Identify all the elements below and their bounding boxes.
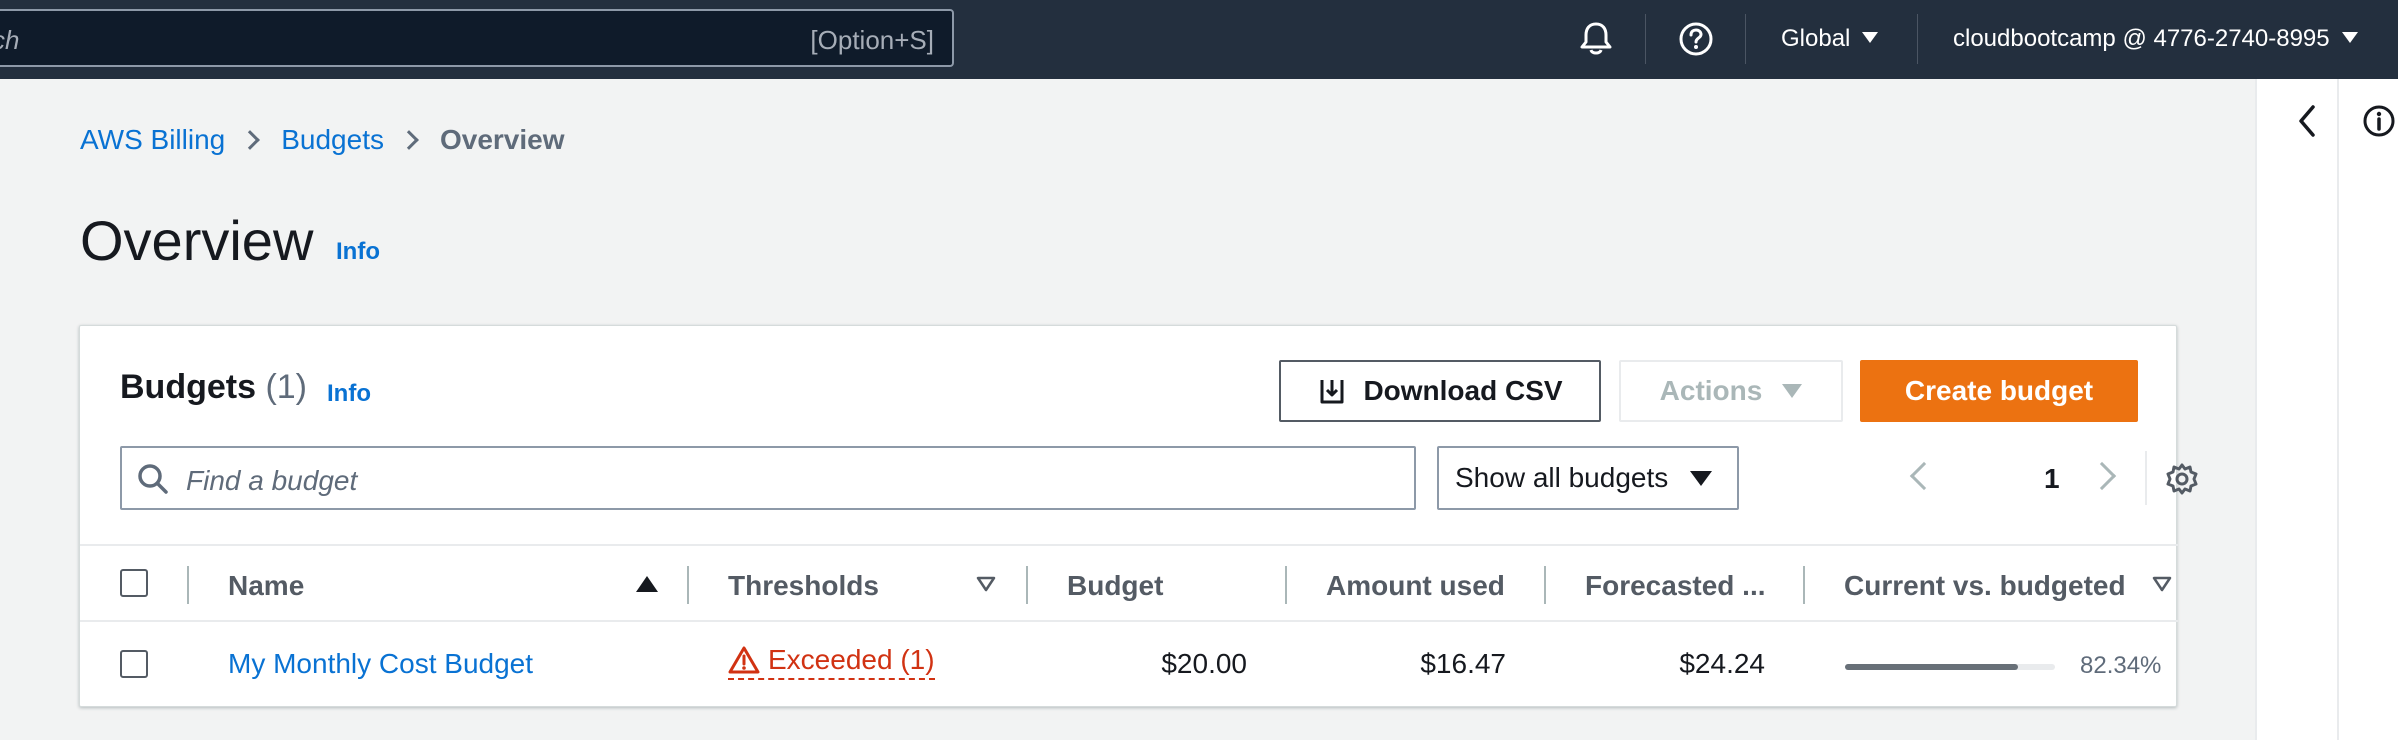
- account-label: cloudbootcamp @ 4776-2740-8995: [1953, 25, 2330, 52]
- breadcrumb-current: Overview: [439, 124, 565, 155]
- warning-icon: [728, 646, 760, 674]
- search-shortcut: [Option+S]: [810, 25, 934, 55]
- thresholds-label: Exceeded (1): [768, 644, 935, 675]
- utility-rail: [2255, 79, 2398, 740]
- column-divider[interactable]: [687, 566, 689, 604]
- chevron-left-icon[interactable]: [2295, 103, 2319, 139]
- forecasted-amount: $24.24: [1679, 648, 1765, 679]
- column-header-current-vs-budgeted[interactable]: Current vs. budgeted: [1844, 570, 2126, 602]
- rail-divider: [2337, 79, 2339, 740]
- search-icon: [138, 464, 168, 494]
- next-page-icon[interactable]: [2087, 461, 2117, 491]
- row-select-checkbox[interactable]: [120, 650, 148, 678]
- breadcrumb: AWS Billing Budgets Overview: [80, 124, 565, 156]
- column-header-name[interactable]: Name: [228, 570, 304, 602]
- column-header-budget[interactable]: Budget: [1067, 570, 1163, 602]
- nav-divider: [1917, 14, 1918, 64]
- sort-ascending-icon[interactable]: [636, 576, 658, 592]
- budget-filter-select[interactable]: Show all budgets: [1437, 446, 1739, 510]
- top-navigation: ch [Option+S] Global cloudbootcamp @ 477…: [0, 0, 2398, 79]
- actions-button[interactable]: Actions: [1619, 360, 1843, 422]
- previous-page-icon[interactable]: [1909, 461, 1939, 491]
- find-budget-placeholder: Find a budget: [186, 465, 358, 496]
- region-selector[interactable]: Global: [1781, 25, 1879, 53]
- column-divider[interactable]: [1026, 566, 1028, 604]
- budget-name-link[interactable]: My Monthly Cost Budget: [228, 648, 533, 680]
- chevron-right-icon: [240, 130, 261, 150]
- column-divider[interactable]: [1285, 566, 1287, 604]
- sort-descending-icon[interactable]: [2152, 576, 2172, 592]
- search-placeholder: ch: [0, 25, 20, 55]
- chevron-right-icon: [399, 130, 419, 150]
- budgets-info-link[interactable]: Info: [327, 380, 371, 408]
- budget-progress-bar: [1845, 664, 2055, 670]
- budget-progress-label: 82.34%: [2080, 652, 2162, 679]
- column-header-amount-used[interactable]: Amount used: [1326, 570, 1505, 602]
- region-label: Global: [1781, 25, 1851, 52]
- create-budget-label: Create budget: [1904, 375, 2094, 406]
- info-circle-icon[interactable]: [2361, 103, 2397, 139]
- thresholds-status[interactable]: Exceeded (1): [728, 644, 935, 680]
- nav-divider: [1745, 14, 1746, 64]
- breadcrumb-budgets[interactable]: Budgets: [281, 124, 384, 156]
- budgets-container: Budgets (1) Info Download CSV Actions Cr…: [79, 325, 2198, 707]
- nav-divider: [1645, 14, 1646, 64]
- notifications-bell-icon[interactable]: [1577, 20, 1615, 58]
- column-divider[interactable]: [1544, 566, 1546, 604]
- column-header-thresholds[interactable]: Thresholds: [728, 570, 879, 602]
- column-header-forecasted[interactable]: Forecasted ...: [1585, 570, 1766, 602]
- gear-icon[interactable]: [2165, 462, 2199, 496]
- select-all-checkbox[interactable]: [120, 569, 148, 597]
- column-divider: [187, 566, 189, 604]
- budgets-heading: Budgets (1): [120, 368, 307, 407]
- caret-down-icon: [2341, 32, 2358, 43]
- page-title: Overview: [80, 209, 314, 272]
- download-csv-button[interactable]: Download CSV: [1279, 360, 1601, 422]
- actions-label: Actions: [1659, 375, 1763, 406]
- account-menu[interactable]: cloudbootcamp @ 4776-2740-8995: [1953, 25, 2358, 53]
- budget-filter-value: Show all budgets: [1455, 462, 1669, 493]
- sort-descending-icon[interactable]: [976, 576, 996, 592]
- pager-divider: [2145, 451, 2147, 505]
- page-number[interactable]: 1: [2044, 463, 2060, 495]
- page-info-link[interactable]: Info: [336, 238, 380, 266]
- breadcrumb-aws-billing[interactable]: AWS Billing: [80, 124, 225, 156]
- download-csv-label: Download CSV: [1363, 375, 1563, 406]
- search-input[interactable]: ch [Option+S]: [0, 9, 954, 67]
- table-row: My Monthly Cost Budget Exceeded (1) $20.…: [80, 622, 2178, 706]
- amount-used: $16.47: [1420, 648, 1506, 679]
- budget-amount: $20.00: [1161, 648, 1247, 679]
- caret-down-icon: [1690, 470, 1713, 486]
- create-budget-button[interactable]: Create budget: [1860, 360, 2138, 422]
- budgets-count: (1): [265, 368, 308, 406]
- table-header: Name Thresholds Budget Amount used Forec…: [80, 544, 2178, 622]
- column-divider[interactable]: [1803, 566, 1805, 604]
- budget-progress-fill: [1845, 664, 2018, 670]
- caret-down-icon: [1862, 32, 1879, 43]
- budgets-title: Budgets: [120, 368, 256, 406]
- download-icon: [1320, 380, 1344, 404]
- help-icon[interactable]: [1677, 20, 1715, 58]
- caret-down-icon: [1782, 384, 1803, 398]
- find-budget-input[interactable]: Find a budget: [120, 446, 1416, 510]
